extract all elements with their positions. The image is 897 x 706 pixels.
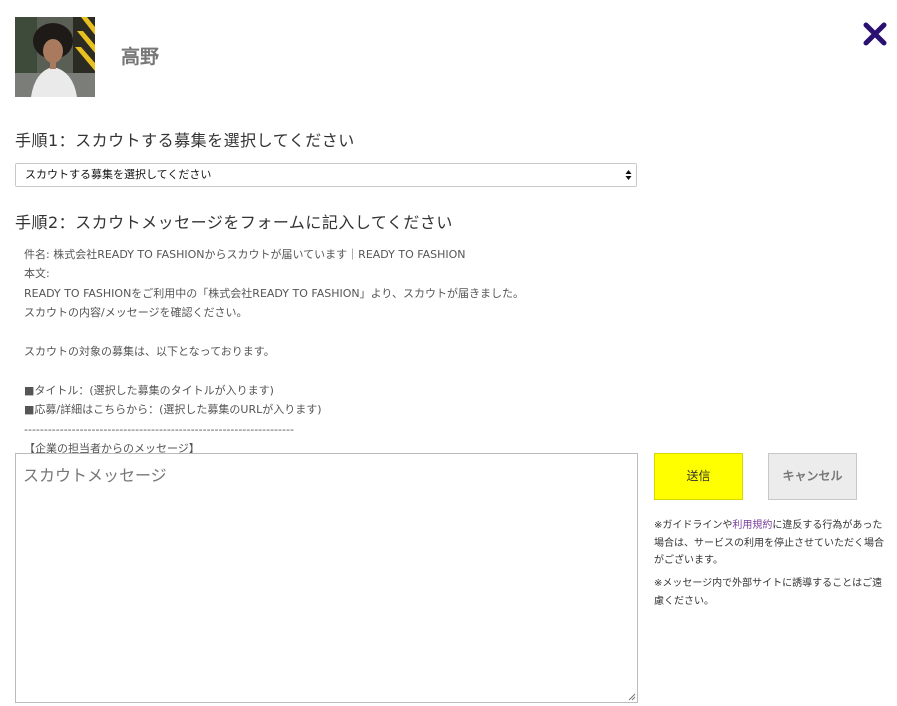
template-line: READY TO FASHIONをご利用中の「株式会社READY TO FASH… xyxy=(24,286,524,300)
template-line: ■応募/詳細はこちらから：(選択した募集のURLが入ります) xyxy=(24,403,322,417)
template-line: スカウトの内容/メッセージを確認ください。 xyxy=(24,306,248,320)
template-line: ----------------------------------------… xyxy=(24,422,294,436)
send-button[interactable]: 送信 xyxy=(654,453,743,500)
template-line xyxy=(24,361,524,380)
guideline-notice: ※ガイドラインや利用規約に違反する行為があった場合は、サービスの利用を停止させて… xyxy=(654,517,886,570)
template-line: 件名: 株式会社READY TO FASHIONからスカウトが届いています｜RE… xyxy=(24,248,466,261)
close-x-icon xyxy=(863,22,887,46)
notice-text: ※ガイドラインや xyxy=(654,520,733,531)
close-button[interactable] xyxy=(861,20,889,48)
select-arrows-icon xyxy=(625,170,632,180)
cancel-button[interactable]: キャンセル xyxy=(768,453,857,500)
job-select[interactable]: スカウトする募集を選択してください xyxy=(15,163,637,187)
template-line: 本文: xyxy=(24,267,50,281)
terms-link[interactable]: 利用規約 xyxy=(732,520,772,531)
template-line: ■タイトル：(選択した募集のタイトルが入ります) xyxy=(24,383,274,397)
step1-title: 手順1：スカウトする募集を選択してください xyxy=(15,131,355,150)
profile-name: 高野 xyxy=(121,46,160,68)
scout-message-placeholder: スカウトメッセージ xyxy=(23,466,167,485)
template-line: スカウトの対象の募集は、以下となっております。 xyxy=(24,344,275,358)
user-photo xyxy=(15,17,95,97)
step2-title: 手順2：スカウトメッセージをフォームに記入してください xyxy=(15,213,453,232)
avatar xyxy=(15,17,95,97)
message-template: 件名: 株式会社READY TO FASHIONからスカウトが届いています｜RE… xyxy=(24,245,524,458)
template-line xyxy=(24,323,524,342)
scout-message-field[interactable]: スカウトメッセージ xyxy=(15,453,638,703)
resize-grip-icon[interactable] xyxy=(627,692,636,701)
job-select-value: スカウトする募集を選択してください xyxy=(25,168,212,181)
external-site-notice: ※メッセージ内で外部サイトに誘導することはご遠慮ください。 xyxy=(654,578,883,607)
